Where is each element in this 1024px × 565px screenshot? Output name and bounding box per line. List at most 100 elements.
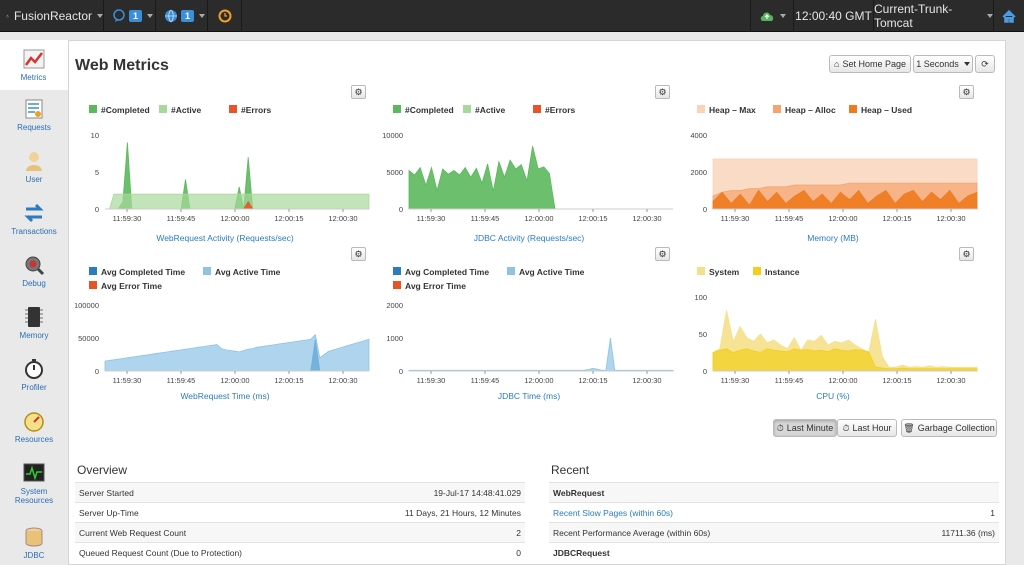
legend-label[interactable]: Heap – Used [861,105,912,115]
chart-svg: System Instance 0 50 100 11:59:30 11:59:45 12:0… [694,267,978,385]
user-icon [26,152,42,171]
refresh-icon: ⟳ [981,58,989,69]
instance-label: Current-Trunk-Tomcat [874,2,953,30]
home-button[interactable] [994,0,1024,32]
transactions-icon [24,203,44,223]
sidebar-item-system-resources[interactable]: System Resources [0,462,68,518]
sidebar-item-transactions[interactable]: Transactions [0,202,68,248]
sidebar-item-label: Transactions [11,227,57,236]
legend-label[interactable]: Heap – Alloc [785,105,836,115]
chart-caption[interactable]: Memory (MB) [683,233,983,243]
chart-settings-gear-icon[interactable]: ⚙ [351,85,366,99]
refresh-interval-dropdown[interactable]: 1 Seconds [913,55,973,73]
x-tick-label: 11:59:45 [471,376,500,385]
legend-swatch [463,105,471,113]
legend-label[interactable]: #Active [475,105,506,115]
page-title: Web Metrics [75,57,169,74]
legend-label[interactable]: Instance [765,267,800,277]
chart-svg: #Completed #Active #Errors 0 5 10 11:59:30 11:5… [89,105,370,223]
refresh-button[interactable]: ⟳ [975,55,995,73]
sidebar-item-label-2: Resources [14,496,54,505]
x-tick-label: 11:59:30 [417,376,446,385]
sidebar-item-profiler[interactable]: Profiler [0,358,68,404]
legend-label[interactable]: System [709,267,740,277]
y-tick-label: 0 [95,367,99,376]
recent-panel: Recent WebRequest Recent Slow Pages (with… [549,463,999,562]
clock-icon [218,9,231,23]
chart-settings-gear-icon[interactable]: ⚙ [959,85,974,99]
clock-button[interactable] [208,0,242,32]
legend-swatch [393,281,401,289]
chart-caption[interactable]: JDBC Activity (Requests/sec) [379,233,679,243]
legend-label[interactable]: Avg Completed Time [405,267,489,277]
chart-caption[interactable]: JDBC Time (ms) [379,391,679,401]
y-tick-label: 10 [91,131,99,140]
legend-label[interactable]: Heap – Max [709,105,756,115]
sidebar-item-label: System [20,487,48,496]
instance-menu[interactable]: Current-Trunk-Tomcat [874,0,994,32]
chart-settings-gear-icon[interactable]: ⚙ [655,247,670,261]
y-tick-label: 2000 [690,168,707,177]
legend-label[interactable]: Avg Active Time [215,267,281,277]
x-tick-label: 11:59:45 [167,376,196,385]
chart-svg: Heap – Max Heap – Alloc Heap – Used 0 2000 40… [690,105,978,223]
sidebar-item-label: User [25,175,43,184]
legend-swatch [89,281,97,289]
row-label: Current Web Request Count [79,527,187,538]
x-tick-label: 11:59:45 [471,214,500,223]
sidebar-item-memory[interactable]: Memory [0,306,68,352]
row-value: 2 [516,527,521,538]
legend-label[interactable]: #Active [171,105,202,115]
sidebar-item-label: Debug [22,279,46,288]
sidebar-item-user[interactable]: User [0,150,68,196]
legend-label[interactable]: Avg Active Time [519,267,585,277]
legend-label[interactable]: #Completed [405,105,454,115]
row-label: Queued Request Count (Due to Protection) [79,547,243,558]
legend-label[interactable]: Avg Error Time [101,281,162,291]
chart-settings-gear-icon[interactable]: ⚙ [655,85,670,99]
row-link[interactable]: Recent Slow Pages (within 60s) [553,508,673,518]
chart-caption[interactable]: WebRequest Activity (Requests/sec) [75,233,375,243]
last-hour-button[interactable]: ⏱ Last Hour [837,419,897,437]
legend-swatch [849,105,857,113]
brand-menu[interactable]: FusionReactor [0,0,104,32]
cloud-menu[interactable] [750,0,794,32]
legend-swatch [507,267,515,275]
row-value: 1 [990,507,995,518]
legend-label[interactable]: Avg Error Time [405,281,466,291]
notifications-menu[interactable]: 1 [104,0,156,32]
chart-caption[interactable]: CPU (%) [683,391,983,401]
legend-label[interactable]: #Errors [545,105,576,115]
legend-label[interactable]: #Completed [101,105,150,115]
legend-label[interactable]: Avg Completed Time [101,267,185,277]
main-panel: Web Metrics ⌂ Set Home Page 1 Seconds ⟳ ⚙… [68,40,1006,565]
sidebar-item-requests[interactable]: Requests [0,98,68,144]
chart-settings-gear-icon[interactable]: ⚙ [959,247,974,261]
sidebar-item-jdbc[interactable]: JDBC [0,526,68,565]
garbage-collection-button[interactable]: 🗑 Garbage Collection [901,419,997,437]
row-label: Recent Performance Average (within 60s) [553,527,711,538]
chart-caption[interactable]: WebRequest Time (ms) [75,391,375,401]
garbage-collection-label: Garbage Collection [917,423,995,433]
cluster-count: 1 [181,10,195,22]
legend-swatch [159,105,167,113]
legend-swatch [393,267,401,275]
metrics-icon [23,49,44,69]
set-home-page-button[interactable]: ⌂ Set Home Page [829,55,911,73]
sidebar-item-metrics[interactable]: Metrics [0,40,68,90]
sidebar-item-resources[interactable]: Resources [0,410,68,456]
refresh-interval-label: 1 Seconds [916,59,959,69]
row-label: WebRequest [553,487,605,498]
legend-swatch [393,105,401,113]
stopwatch-icon [25,359,43,379]
table-row[interactable]: Recent Slow Pages (within 60s) 1 [549,502,999,522]
chart-panel: ⚙ Avg Completed Time Avg Active Time Avg Er… [75,247,375,407]
sidebar-item-debug[interactable]: Debug [0,254,68,300]
chart-settings-gear-icon[interactable]: ⚙ [351,247,366,261]
legend-label[interactable]: #Errors [241,105,272,115]
last-minute-button[interactable]: ⏱ Last Minute [773,419,837,437]
series-area [105,193,370,210]
top-bar: FusionReactor 1 1 12:00:40 GMT Current-T… [0,0,1024,32]
cluster-menu[interactable]: 1 [156,0,208,32]
x-tick-label: 11:59:45 [775,214,804,223]
